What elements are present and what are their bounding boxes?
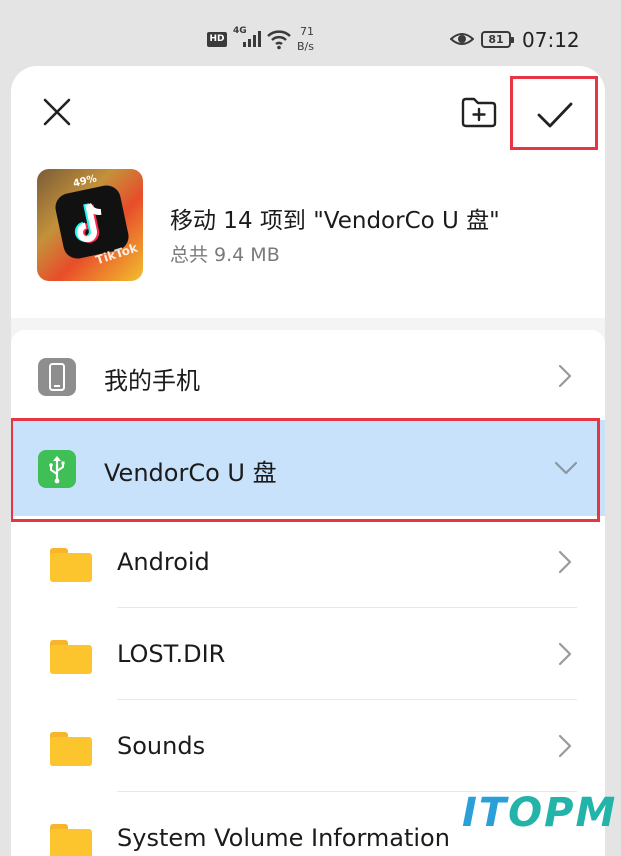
folder-icon xyxy=(50,824,92,856)
folder-icon xyxy=(50,640,92,674)
clock: 07:12 xyxy=(522,28,580,52)
hd-indicator: HD xyxy=(207,32,227,47)
folder-icon xyxy=(50,548,92,582)
location-list: 我的手机 VendorCo U 盘 Android LOST.DIR Sound… xyxy=(11,330,605,856)
folder-label: System Volume Information xyxy=(117,824,450,852)
chevron-right-icon xyxy=(558,364,572,388)
folder-label: Sounds xyxy=(117,732,206,760)
close-icon xyxy=(43,98,71,126)
phone-icon xyxy=(38,358,76,396)
usb-highlight-box xyxy=(11,418,600,522)
folder-icon xyxy=(50,732,92,766)
new-folder-button[interactable] xyxy=(455,90,503,134)
move-sheet: 49% TikTok 移动 14 项到 "VendorCo U 盘" 总共 9.… xyxy=(11,66,605,856)
net-speed-unit: B/s xyxy=(297,40,314,53)
wifi-icon xyxy=(267,30,291,50)
folder-label: LOST.DIR xyxy=(117,640,226,668)
battery-indicator: 81 xyxy=(481,31,514,48)
file-thumbnail: 49% TikTok xyxy=(37,169,143,281)
confirm-highlight-box xyxy=(510,76,598,150)
move-title: 移动 14 项到 "VendorCo U 盘" xyxy=(170,208,500,234)
chevron-right-icon xyxy=(558,642,572,666)
folder-item-lost-dir[interactable]: LOST.DIR xyxy=(11,608,605,700)
new-folder-icon xyxy=(461,97,497,128)
chevron-right-icon xyxy=(558,550,572,574)
folder-label: Android xyxy=(117,548,210,576)
sheet-header: 49% TikTok 移动 14 项到 "VendorCo U 盘" 总共 9.… xyxy=(11,66,605,318)
folder-item-android[interactable]: Android xyxy=(11,516,605,608)
eye-icon xyxy=(450,33,474,45)
location-label: 我的手机 xyxy=(104,367,200,395)
net-speed-value: 71 xyxy=(300,25,314,38)
folder-item-sounds[interactable]: Sounds xyxy=(11,700,605,792)
signal-icon xyxy=(243,31,261,47)
watermark-logo: ITOPM xyxy=(462,790,618,836)
chevron-right-icon xyxy=(558,734,572,758)
status-bar: HD 4G 71 B/s 81 07:12 xyxy=(0,0,621,64)
close-button[interactable] xyxy=(37,92,77,132)
total-size: 总共 9.4 MB xyxy=(170,244,280,266)
location-item-my-phone[interactable]: 我的手机 xyxy=(11,330,605,422)
